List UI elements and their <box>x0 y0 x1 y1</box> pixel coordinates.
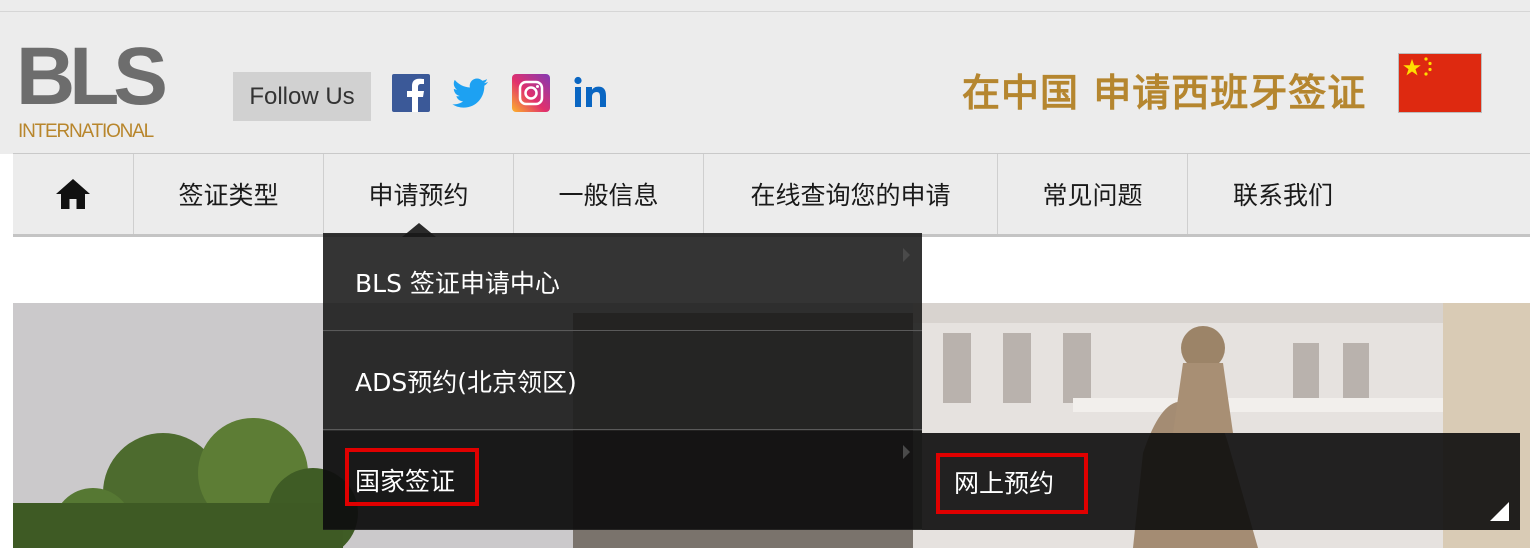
submenu-arrow-icon <box>903 445 910 459</box>
nav-item-label: 常见问题 <box>1042 181 1143 210</box>
bls-logo[interactable]: BLS INTERNATIONAL <box>16 36 186 144</box>
nav-item-faq[interactable]: 常见问题 <box>998 154 1188 234</box>
nav-item-label: 签证类型 <box>178 181 279 210</box>
nav-item-label: 在线查询您的申请 <box>750 181 951 210</box>
nav-item-contact[interactable]: 联系我们 <box>1188 154 1378 234</box>
menu-item-bls-center[interactable]: BLS 签证申请中心 <box>323 233 922 331</box>
twitter-icon[interactable] <box>452 74 490 112</box>
linkedin-icon[interactable] <box>572 74 610 112</box>
submenu-arrow-icon <box>903 248 910 262</box>
nav-item-appointment[interactable]: 申请预约 <box>324 154 514 237</box>
main-nav: 签证类型 申请预约 一般信息 在线查询您的申请 常见问题 联系我们 <box>13 153 1530 237</box>
site-header: BLS INTERNATIONAL Follow Us 在中国 申请西班牙签证 <box>0 11 1530 154</box>
nav-home[interactable] <box>13 154 134 234</box>
nav-item-track-application[interactable]: 在线查询您的申请 <box>704 154 998 234</box>
menu-item-label: ADS预约(北京领区) <box>355 367 577 397</box>
menu-item-ads-appointment[interactable]: ADS预约(北京领区) <box>323 332 922 430</box>
resize-corner-icon <box>1490 502 1509 521</box>
home-icon <box>56 179 90 209</box>
follow-us-label: Follow Us <box>233 72 371 121</box>
logo-subtitle: INTERNATIONAL <box>18 121 154 142</box>
nav-item-label: 一般信息 <box>558 181 659 210</box>
menu-item-label: BLS 签证申请中心 <box>355 268 560 298</box>
highlight-box-online-appointment <box>936 453 1088 514</box>
logo-letters: BLS <box>16 31 168 122</box>
page-title: 在中国 申请西班牙签证 <box>962 71 1367 115</box>
facebook-icon[interactable] <box>392 74 430 112</box>
nav-item-visa-types[interactable]: 签证类型 <box>134 154 324 234</box>
nav-item-label: 申请预约 <box>368 181 469 210</box>
instagram-icon[interactable] <box>512 74 550 112</box>
top-strip <box>0 0 1530 11</box>
nav-item-label: 联系我们 <box>1232 181 1333 210</box>
nav-item-general-info[interactable]: 一般信息 <box>514 154 704 234</box>
highlight-box-national-visa <box>345 448 479 506</box>
china-flag-icon[interactable] <box>1398 53 1482 113</box>
